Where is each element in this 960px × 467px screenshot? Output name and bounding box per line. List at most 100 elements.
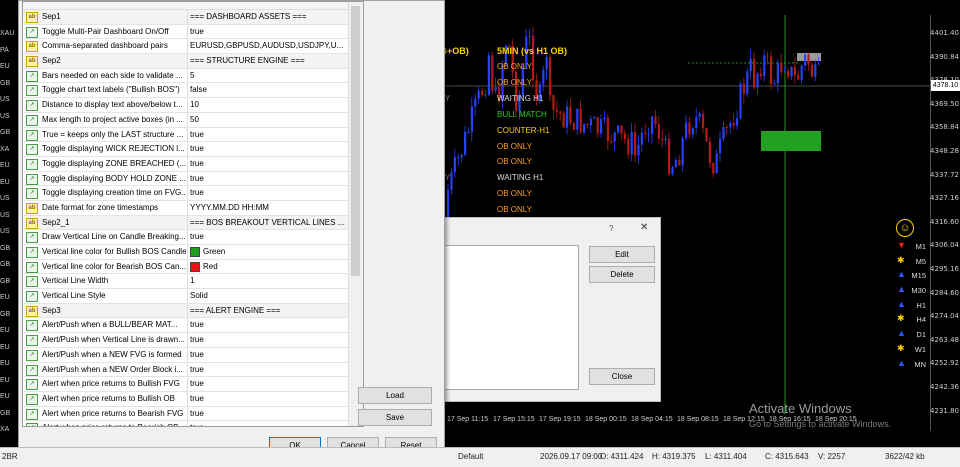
candle-body: [630, 132, 633, 155]
timeframe-item: ✱ M5: [895, 255, 930, 270]
edit-button[interactable]: Edit: [589, 246, 655, 263]
dashboard-status: OB ONLY: [497, 189, 532, 199]
symbol-label: US: [0, 195, 10, 202]
price-tick-label: 4390.84: [930, 52, 959, 61]
symbol-label: US: [0, 112, 10, 120]
candle-body: [773, 83, 776, 85]
input-value[interactable]: true: [187, 318, 350, 333]
candle-body: [780, 63, 783, 72]
input-row[interactable]: ↗ Toggle displaying BODY HOLD ZONE ... tru…: [23, 171, 363, 187]
input-value[interactable]: true: [187, 362, 350, 377]
delete-button[interactable]: Delete: [589, 266, 655, 283]
input-value[interactable]: false: [187, 83, 350, 98]
input-row[interactable]: ↗ Alert/Push when a NEW FVG is formed true: [23, 347, 363, 363]
input-value-text: true: [190, 158, 204, 168]
inputs-dialog: ab Sep1 === DASHBOARD ASSETS === ↗ Toggle Mu…: [18, 0, 445, 457]
levels-list[interactable]: [444, 245, 579, 390]
input-value[interactable]: 1: [187, 274, 350, 289]
input-row[interactable]: ↗ Vertical line color for Bullish BOS Can…: [23, 245, 363, 260]
input-row[interactable]: ↗ Alert/Push when a NEW Order Block i... t…: [23, 362, 363, 378]
input-value[interactable]: true: [187, 127, 350, 142]
input-value[interactable]: true: [187, 333, 350, 347]
input-value[interactable]: 5: [187, 68, 350, 83]
input-row[interactable]: ↗ Toggle chart text labels ("Bullish BOS"…: [23, 83, 363, 99]
input-row[interactable]: ab Sep3 === ALERT ENGINE ===: [23, 303, 363, 319]
status-high: H: 4319.375: [652, 452, 696, 461]
input-row[interactable]: ab Sep2_1 === BOS BREAKOUT VERTICAL LINES …: [23, 215, 363, 231]
input-row[interactable]: ab Sep2 === STRUCTURE ENGINE ===: [23, 54, 363, 69]
candle-body: [640, 132, 643, 145]
activate-windows-subtitle: Go to Settings to activate Windows.: [749, 419, 892, 429]
input-value[interactable]: === STRUCTURE ENGINE ===: [187, 54, 350, 68]
input-value[interactable]: 50: [187, 112, 350, 127]
input-row[interactable]: ↗ Alert/Push when a BULL/BEAR MAT... true: [23, 318, 363, 334]
input-row[interactable]: ↗ Toggle displaying WICK REJECTION l... tr…: [23, 142, 363, 157]
input-row[interactable]: ↗ Alert when price returns to Bearish OB t…: [23, 421, 363, 426]
input-row[interactable]: ↗ Vertical line color for Bearish BOS Can…: [23, 259, 363, 275]
input-value[interactable]: true: [187, 24, 350, 39]
help-icon[interactable]: ?: [609, 224, 613, 233]
input-value[interactable]: true: [187, 171, 350, 186]
input-value[interactable]: true: [187, 377, 350, 391]
input-row[interactable]: ↗ Draw Vertical Line on Candle Breaking..…: [23, 230, 363, 245]
input-name: Toggle displaying ZONE BREACHED (...: [42, 158, 186, 168]
input-row[interactable]: ↗ Distance to display text above/below t.…: [23, 98, 363, 113]
input-value[interactable]: === BOS BREAKOUT VERTICAL LINES ...: [187, 215, 350, 230]
chart-type-icon: ↗: [26, 335, 38, 347]
input-value-text: === ALERT ENGINE ===: [190, 305, 281, 315]
candle-body: [746, 71, 749, 94]
save-button[interactable]: Save: [358, 409, 432, 426]
input-value[interactable]: Solid: [187, 289, 350, 303]
input-value[interactable]: YYYY.MM.DD HH:MM: [187, 200, 350, 215]
input-row[interactable]: ↗ True = keeps only the LAST structure ..…: [23, 127, 363, 143]
input-value-text: Green: [203, 247, 226, 256]
input-value[interactable]: EURUSD,GBPUSD,AUDUSD,USDJPY,U...: [187, 39, 350, 54]
input-value[interactable]: 10: [187, 98, 350, 112]
symbol-label: US: [0, 96, 10, 103]
input-row[interactable]: ↗ Toggle displaying ZONE BREACHED (... tru…: [23, 156, 363, 172]
input-row[interactable]: ↗ Vertical Line Width 1: [23, 274, 363, 290]
close-button[interactable]: Close: [589, 368, 655, 385]
input-row[interactable]: ab Comma-separated dashboard pairs EURUSD,…: [23, 39, 363, 55]
dashboard-header: 5MIN (vs H1 OB): [497, 46, 568, 56]
input-row[interactable]: ↗ Bars needed on each side to validate ..…: [23, 68, 363, 84]
input-value[interactable]: true: [187, 186, 350, 200]
input-row[interactable]: ↗ Vertical Line Style Solid: [23, 289, 363, 304]
input-value[interactable]: true: [187, 391, 350, 406]
timeframe-item: ▼ M1: [895, 240, 930, 255]
input-value[interactable]: Red: [187, 259, 350, 274]
timeframe-item: ▲ MN: [895, 358, 930, 373]
input-value[interactable]: Green: [187, 245, 350, 259]
input-row[interactable]: ab Date format for zone timestamps YYYY.MM…: [23, 200, 363, 216]
grid-scrollbar[interactable]: [348, 2, 363, 426]
price-axis[interactable]: 4401.40 4390.84 4378.10 4369.50 4358.84 4348.…: [930, 15, 960, 431]
input-value[interactable]: true: [187, 156, 350, 171]
input-row[interactable]: ↗ Alert when price returns to Bullish OB t…: [23, 391, 363, 407]
candle-body: [610, 140, 613, 142]
input-row[interactable]: ↗ Max length to project active boxes (in …: [23, 112, 363, 128]
timeframe-item: ▲ M30: [895, 284, 930, 299]
scrollbar-thumb[interactable]: [351, 6, 360, 276]
input-row[interactable]: ↗ Toggle Multi-Pair Dashboard On/Off true: [23, 24, 363, 40]
input-row[interactable]: ↗ Alert when price returns to Bullish FVG…: [23, 377, 363, 392]
close-icon[interactable]: ✕: [640, 222, 648, 233]
input-value-text: 1: [190, 276, 195, 286]
candle-body: [702, 113, 705, 129]
input-value[interactable]: true: [187, 421, 350, 426]
input-value[interactable]: true: [187, 406, 350, 421]
candle-body: [569, 106, 572, 124]
input-row[interactable]: ↗ Toggle displaying creation time on FVG.…: [23, 186, 363, 201]
input-value[interactable]: true: [187, 142, 350, 156]
input-row[interactable]: ↗ Alert/Push when Vertical Line is drawn.…: [23, 333, 363, 348]
candle-body: [637, 144, 640, 156]
input-value[interactable]: true: [187, 347, 350, 362]
input-value[interactable]: === ALERT ENGINE ===: [187, 303, 350, 318]
input-value[interactable]: true: [187, 230, 350, 244]
inputs-grid[interactable]: ab Sep1 === DASHBOARD ASSETS === ↗ Toggle Mu…: [22, 1, 364, 427]
input-value-text: true: [190, 349, 204, 359]
input-value[interactable]: === DASHBOARD ASSETS ===: [187, 10, 350, 24]
load-button[interactable]: Load: [358, 387, 432, 404]
input-row[interactable]: ↗ Alert when price returns to Bearish FVG…: [23, 406, 363, 422]
candle-body: [674, 159, 677, 168]
input-row[interactable]: ab Sep1 === DASHBOARD ASSETS ===: [23, 10, 363, 25]
